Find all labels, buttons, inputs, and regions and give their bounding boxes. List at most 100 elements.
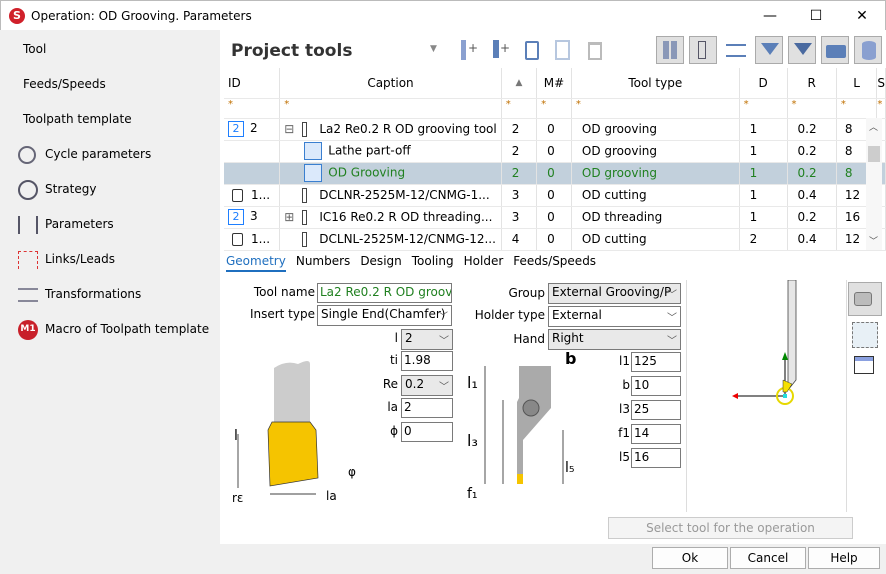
tab-feeds-speeds[interactable]: Feeds/Speeds: [513, 254, 596, 270]
filter-d[interactable]: *: [739, 98, 788, 119]
sidebar-item-strategy[interactable]: Strategy: [0, 172, 220, 207]
tool-library-selector[interactable]: Project tools: [231, 41, 352, 61]
filter-tool-type[interactable]: *: [571, 98, 740, 119]
tool-name-input[interactable]: La2 Re0.2 R OD groovin: [317, 283, 452, 303]
column-header-caption[interactable]: Caption: [279, 68, 502, 99]
table-row[interactable]: 2 3 ⊞ IC16 Re0.2 R OD threading... 3 0 OD thre…: [224, 206, 886, 229]
cell-r: 0.2: [787, 140, 837, 163]
tab-numbers[interactable]: Numbers: [296, 254, 350, 270]
cell-tool-type: OD cutting: [571, 228, 740, 251]
collapse-icon[interactable]: ⊟: [284, 122, 294, 136]
b-input[interactable]: 10: [631, 376, 681, 396]
help-button[interactable]: Help: [808, 547, 880, 569]
holder-view-icon[interactable]: [848, 282, 882, 316]
copy-icon[interactable]: [517, 36, 545, 64]
library-dropdown-arrow-icon[interactable]: ▼: [430, 44, 437, 54]
sidebar-item-feeds-speeds[interactable]: Feeds/Speeds: [0, 67, 220, 102]
tool-view-icon[interactable]: [656, 36, 684, 64]
table-row[interactable]: 1... DCLNR-2525M-12/CNMG-1... 3 0 OD cutting…: [224, 184, 886, 207]
table-row[interactable]: 1... DCLNL-2525M-12/CNMG-12... 4 0 OD cuttin…: [224, 228, 886, 251]
paste-icon[interactable]: [548, 36, 576, 64]
svg-text:l₅: l₅: [565, 460, 575, 476]
cancel-button[interactable]: Cancel: [730, 547, 806, 569]
l1-input[interactable]: 125: [631, 352, 681, 372]
select-tool-button[interactable]: Select tool for the operation: [608, 517, 853, 539]
l3-input[interactable]: 25: [631, 400, 681, 420]
tab-tooling[interactable]: Tooling: [412, 254, 454, 270]
filter-settings-icon[interactable]: [788, 36, 816, 64]
cell-m: 0: [536, 206, 572, 229]
table-row[interactable]: OD Grooving 2 0 OD grooving 1 0.2 8: [224, 162, 886, 185]
minimize-button[interactable]: —: [747, 1, 793, 31]
database-icon[interactable]: [854, 36, 882, 64]
filter-m[interactable]: *: [536, 98, 572, 119]
tool-tabs: Geometry Numbers Design Tooling Holder Feeds/…: [226, 254, 606, 272]
sidebar-item-tool[interactable]: Tool: [0, 32, 220, 67]
sidebar-item-cycle-parameters[interactable]: Cycle parameters: [0, 137, 220, 172]
column-header-tool-type[interactable]: Tool type: [571, 68, 740, 99]
table-row[interactable]: 2 2 ⊟ La2 Re0.2 R OD grooving tool 2 0 OD groo…: [224, 118, 886, 141]
connect-icon[interactable]: [721, 36, 749, 64]
delete-icon[interactable]: [580, 36, 608, 64]
group-value: External Grooving/P: [552, 285, 672, 299]
ti-label: ti: [389, 353, 398, 367]
re-dropdown[interactable]: 0.2 ﹀: [401, 375, 453, 396]
column-header-d[interactable]: D: [739, 68, 788, 99]
sidebar-item-transformations[interactable]: Transformations: [0, 277, 220, 312]
sidebar-item-toolpath-template[interactable]: Toolpath template: [0, 102, 220, 137]
filter-caption[interactable]: *: [279, 98, 502, 119]
ok-button[interactable]: Ok: [652, 547, 728, 569]
phi-input[interactable]: 0: [401, 422, 453, 442]
maximize-button[interactable]: ☐: [793, 1, 839, 31]
column-header-s[interactable]: S: [876, 68, 886, 99]
toolbox-icon[interactable]: [821, 36, 849, 64]
zoom-fit-icon[interactable]: [852, 322, 878, 348]
sidebar-item-label: Strategy: [45, 182, 97, 196]
l5-input[interactable]: 16: [631, 448, 681, 468]
chevron-down-icon: ﹀: [439, 382, 449, 393]
cell-d: 1: [739, 206, 788, 229]
group-label: Group: [508, 286, 545, 300]
insert-type-value: Single End(Chamfer): [321, 307, 446, 321]
filter-id[interactable]: *: [224, 98, 281, 119]
column-header-id[interactable]: ID: [224, 68, 281, 99]
la-input[interactable]: 2: [401, 398, 453, 418]
add-holder-icon[interactable]: +: [484, 36, 512, 64]
hand-dropdown[interactable]: Right ﹀: [548, 329, 681, 350]
scroll-down-icon[interactable]: ﹀: [869, 234, 878, 247]
insert-type-dropdown[interactable]: Single End(Chamfer) ﹀: [317, 305, 452, 326]
sidebar-item-label: Feeds/Speeds: [23, 77, 106, 91]
tool-name-label: Tool name: [253, 285, 315, 299]
filter-icon[interactable]: [755, 36, 783, 64]
add-tool-icon[interactable]: +: [452, 36, 480, 64]
filter-l[interactable]: *: [836, 98, 878, 119]
compass-icon: [18, 180, 38, 200]
filter-r[interactable]: *: [787, 98, 837, 119]
close-button[interactable]: ✕: [839, 1, 885, 31]
sidebar-item-links-leads[interactable]: Links/Leads: [0, 242, 220, 277]
tab-geometry[interactable]: Geometry: [226, 254, 286, 272]
holder-type-dropdown[interactable]: External ﹀: [548, 306, 681, 327]
3d-view-icon[interactable]: [854, 356, 874, 374]
l-dropdown[interactable]: 2 ﹀: [401, 329, 453, 350]
group-dropdown[interactable]: External Grooving/P ﹀: [548, 283, 681, 304]
sort-ascending-icon[interactable]: ▲: [501, 68, 538, 99]
tab-holder[interactable]: Holder: [464, 254, 504, 270]
tool-dimensions-icon[interactable]: [689, 36, 717, 64]
scroll-up-icon[interactable]: ︿: [869, 120, 878, 133]
filter-s[interactable]: *: [876, 98, 886, 119]
tab-design[interactable]: Design: [360, 254, 401, 270]
scrollbar-thumb[interactable]: [868, 146, 880, 162]
expand-icon[interactable]: ⊞: [284, 210, 294, 224]
column-header-r[interactable]: R: [787, 68, 837, 99]
filter-n[interactable]: *: [501, 98, 538, 119]
grid-scrollbar[interactable]: ︿ ﹀: [866, 118, 882, 250]
ti-input[interactable]: 1.98: [401, 351, 453, 371]
column-header-l[interactable]: L: [836, 68, 878, 99]
table-row[interactable]: Lathe part-off 2 0 OD grooving 1 0.2 8: [224, 140, 886, 163]
cell-d: 2: [739, 228, 788, 251]
sidebar-item-parameters[interactable]: Parameters: [0, 207, 220, 242]
sidebar-item-macro[interactable]: M1 Macro of Toolpath template: [0, 312, 220, 347]
column-header-m[interactable]: M#: [536, 68, 572, 99]
f1-input[interactable]: 14: [631, 424, 681, 444]
